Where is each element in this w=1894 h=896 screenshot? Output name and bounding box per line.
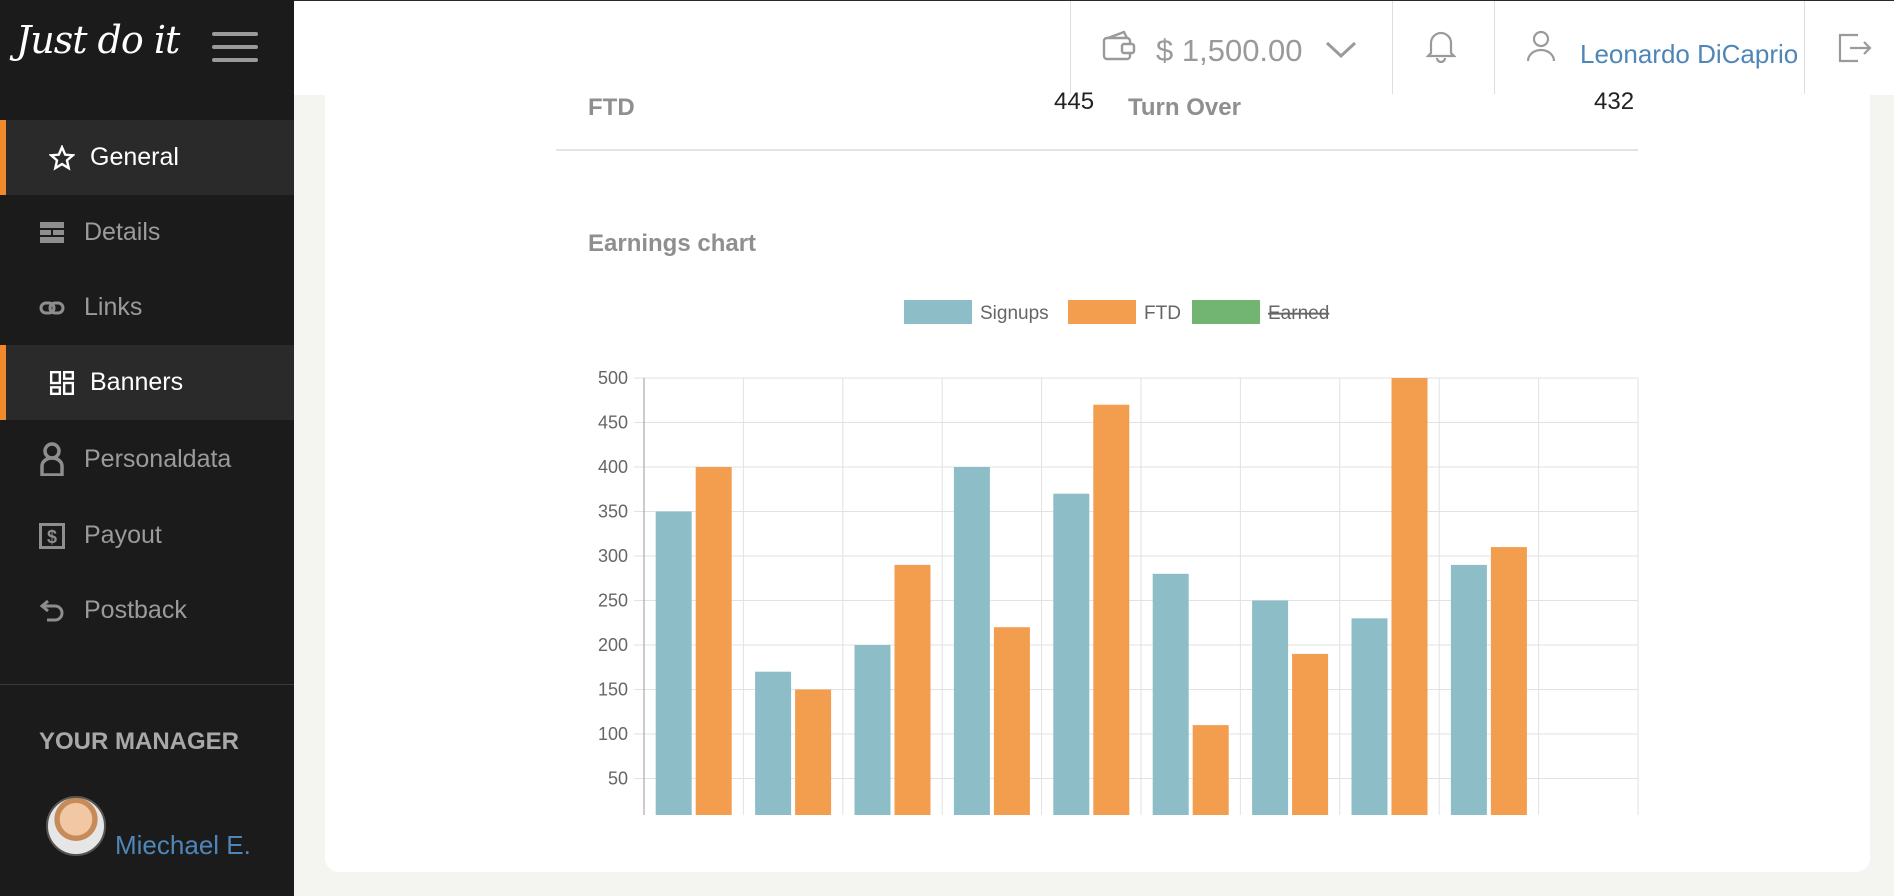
y-tick-label: 200 [598, 635, 628, 655]
legend-label-earned: Earned [1268, 303, 1329, 324]
legend-label-signups: Signups [980, 303, 1049, 324]
earnings-chart-svg: 0501001502002503003504004505000102030405… [598, 300, 1639, 857]
bell-icon[interactable] [1425, 29, 1457, 68]
sidebar-item-details[interactable]: Details [0, 195, 294, 270]
sidebar-item-label: Banners [90, 368, 184, 396]
bar-signups [655, 511, 692, 823]
header-separator [1494, 1, 1495, 95]
sidebar-item-personaldata[interactable]: Personaldata [0, 420, 294, 498]
y-tick-label: 0 [618, 813, 628, 815]
balance-amount[interactable]: $ 1,500.00 [1156, 33, 1303, 69]
bar-ftd [993, 627, 1030, 823]
sidebar-item-links[interactable]: Links [0, 270, 294, 345]
dollar-icon: $ [36, 520, 68, 552]
svg-text:$: $ [47, 527, 57, 547]
earnings-chart: 0501001502002503003504004505000102030405… [556, 290, 1656, 857]
undo-icon [36, 595, 68, 627]
bar-signups [1152, 573, 1189, 823]
user-name-link[interactable]: Leonardo DiCaprio [1580, 39, 1798, 70]
manager-title: YOUR MANAGER [39, 728, 240, 755]
y-tick-label: 150 [598, 680, 628, 700]
chart-title: Earnings chart [588, 230, 757, 257]
legend-swatch [904, 300, 972, 324]
logout-icon[interactable] [1838, 33, 1872, 68]
bar-signups [1351, 618, 1388, 823]
y-tick-label: 50 [608, 769, 628, 789]
link-icon [36, 292, 68, 324]
y-tick-label: 450 [598, 413, 628, 433]
sidebar-item-label: Links [84, 293, 143, 321]
bar-signups [1252, 600, 1289, 823]
sidebar-item-general[interactable]: General [0, 120, 294, 195]
manager-name-link[interactable]: Miechael E. [115, 830, 251, 861]
bar-signups [854, 645, 891, 823]
bar-ftd [1292, 653, 1329, 823]
y-tick-label: 350 [598, 502, 628, 522]
legend-swatch [1068, 300, 1136, 324]
table-icon [36, 217, 68, 249]
chevron-down-icon[interactable] [1324, 39, 1358, 66]
y-tick-label: 100 [598, 724, 628, 744]
sidebar-divider [0, 684, 294, 685]
top-header: $ 1,500.00 Leonardo DiCaprio [294, 0, 1894, 95]
header-separator [1070, 1, 1071, 95]
person-icon [36, 442, 68, 476]
stats-divider [556, 149, 1638, 151]
sidebar-item-banners[interactable]: Banners [0, 345, 294, 420]
bar-ftd [695, 467, 732, 823]
bar-ftd [894, 564, 931, 823]
manager-avatar[interactable] [46, 796, 106, 856]
header-separator [1392, 1, 1393, 95]
bar-ftd [1192, 725, 1229, 823]
bar-signups [953, 467, 990, 823]
y-tick-label: 400 [598, 457, 628, 477]
sidebar-item-label: Details [84, 218, 161, 246]
bar-signups [1450, 564, 1487, 823]
bar-signups [755, 671, 792, 823]
menu-toggle-icon[interactable] [212, 32, 258, 64]
wallet-icon[interactable] [1102, 29, 1136, 68]
user-icon[interactable] [1526, 29, 1556, 68]
y-tick-label: 250 [598, 591, 628, 611]
sidebar: Just do it General Details Links Banners [0, 0, 294, 896]
y-tick-label: 500 [598, 368, 628, 388]
stat-value-ftd: 445 [1054, 88, 1095, 115]
bar-ftd [795, 689, 832, 823]
sidebar-item-label: General [90, 143, 179, 171]
content-card: FTD 445 Turn Over 432 Earnings chart 0 50… [325, 88, 1870, 872]
star-icon [46, 142, 78, 174]
bar-ftd [1490, 547, 1527, 823]
sidebar-item-label: Personaldata [84, 444, 232, 473]
sidebar-item-label: Postback [84, 596, 187, 624]
stat-value-turnover: 432 [1594, 88, 1635, 115]
legend-swatch [1192, 300, 1260, 324]
sidebar-item-label: Payout [84, 521, 162, 549]
sidebar-nav: General Details Links Banners Personalda… [0, 120, 294, 648]
app-logo[interactable]: Just do it [16, 18, 180, 62]
bar-signups [1053, 493, 1090, 823]
sidebar-item-payout[interactable]: $ Payout [0, 498, 294, 573]
stat-label-ftd: FTD [588, 94, 635, 121]
dashboard-icon [46, 367, 78, 399]
y-tick-label: 300 [598, 546, 628, 566]
sidebar-item-postback[interactable]: Postback [0, 573, 294, 648]
bar-ftd [1391, 378, 1428, 823]
legend-label-ftd: FTD [1144, 303, 1181, 324]
header-separator [1804, 1, 1805, 95]
bar-ftd [1093, 404, 1130, 823]
stat-label-turnover: Turn Over [1128, 94, 1241, 121]
